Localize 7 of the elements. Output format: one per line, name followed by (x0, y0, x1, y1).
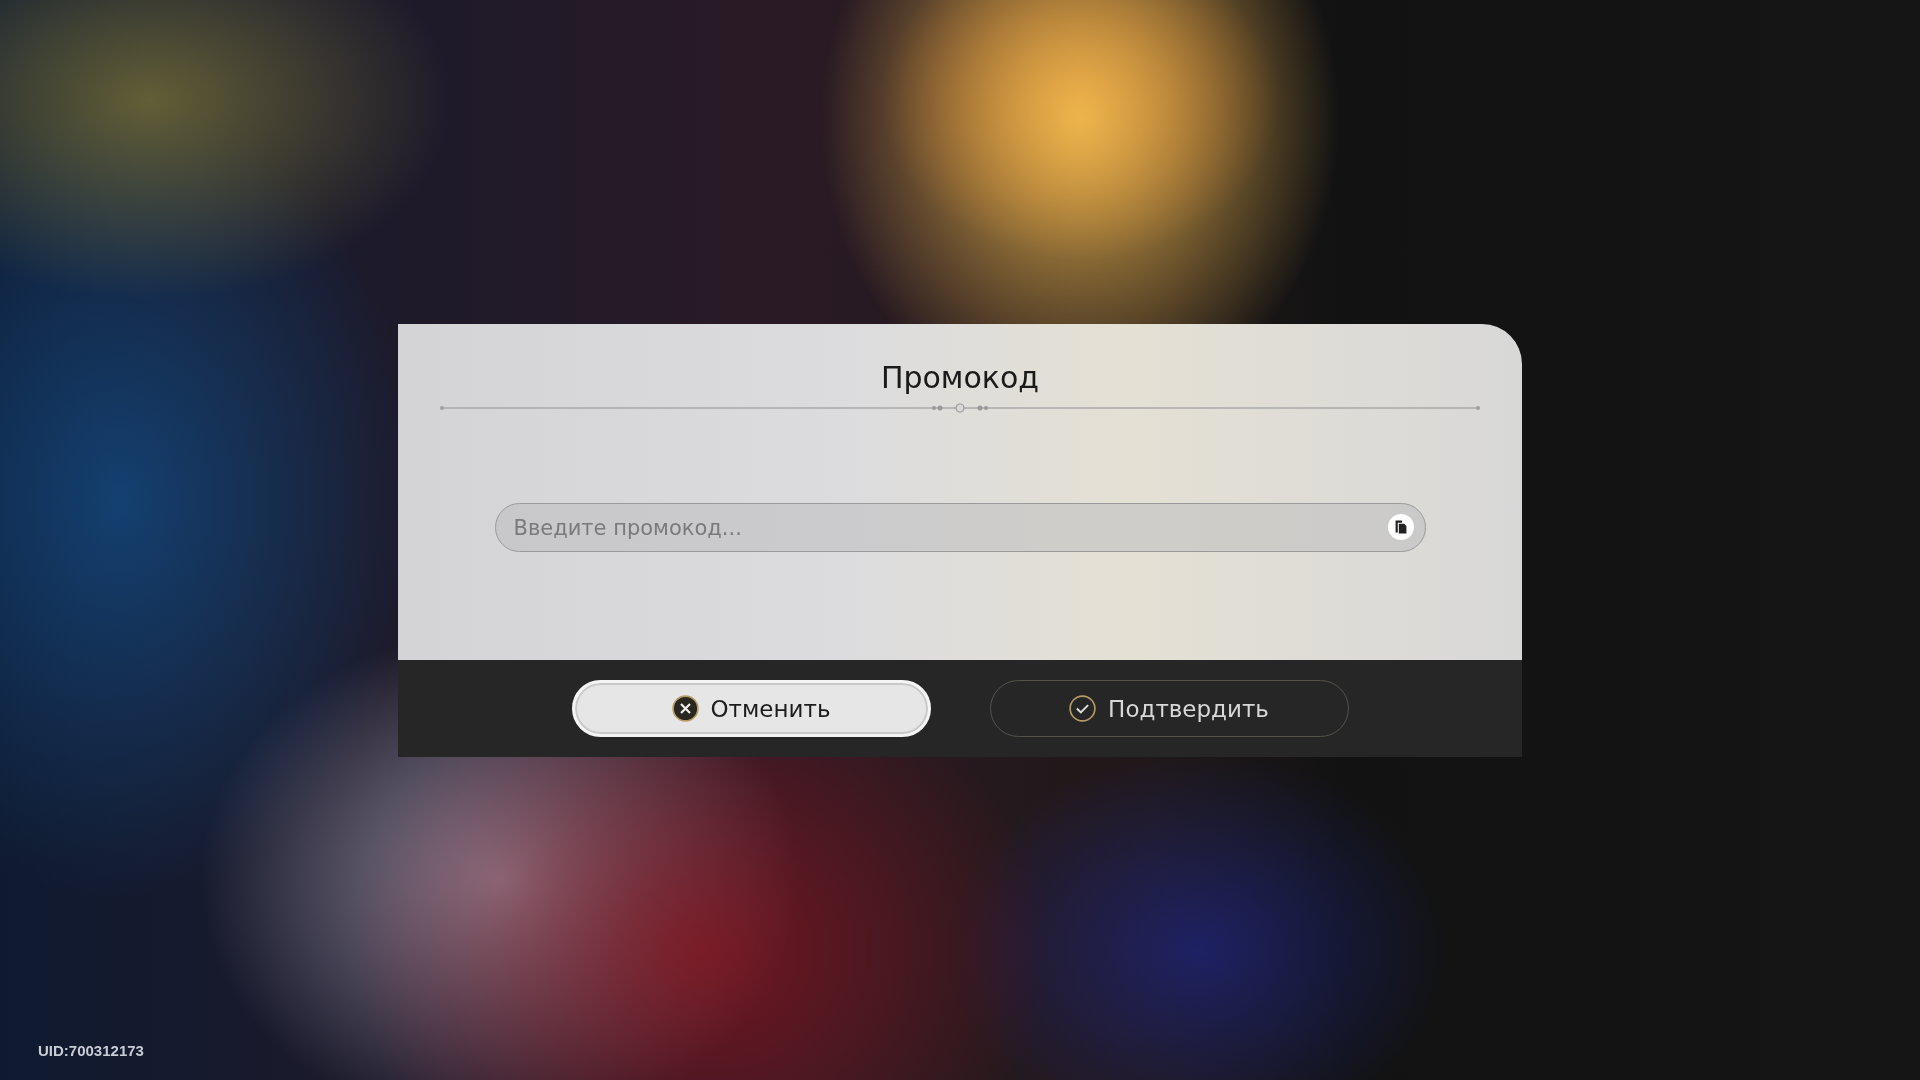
dialog-title: Промокод (880, 359, 1040, 397)
cancel-button[interactable]: Отменить (571, 680, 931, 737)
check-icon (1069, 695, 1097, 722)
uid-label: UID:700312173 (38, 1042, 144, 1059)
promo-code-field[interactable]: Введите промокод... (494, 503, 1426, 552)
close-icon (671, 695, 699, 722)
paste-icon[interactable] (1387, 514, 1414, 540)
